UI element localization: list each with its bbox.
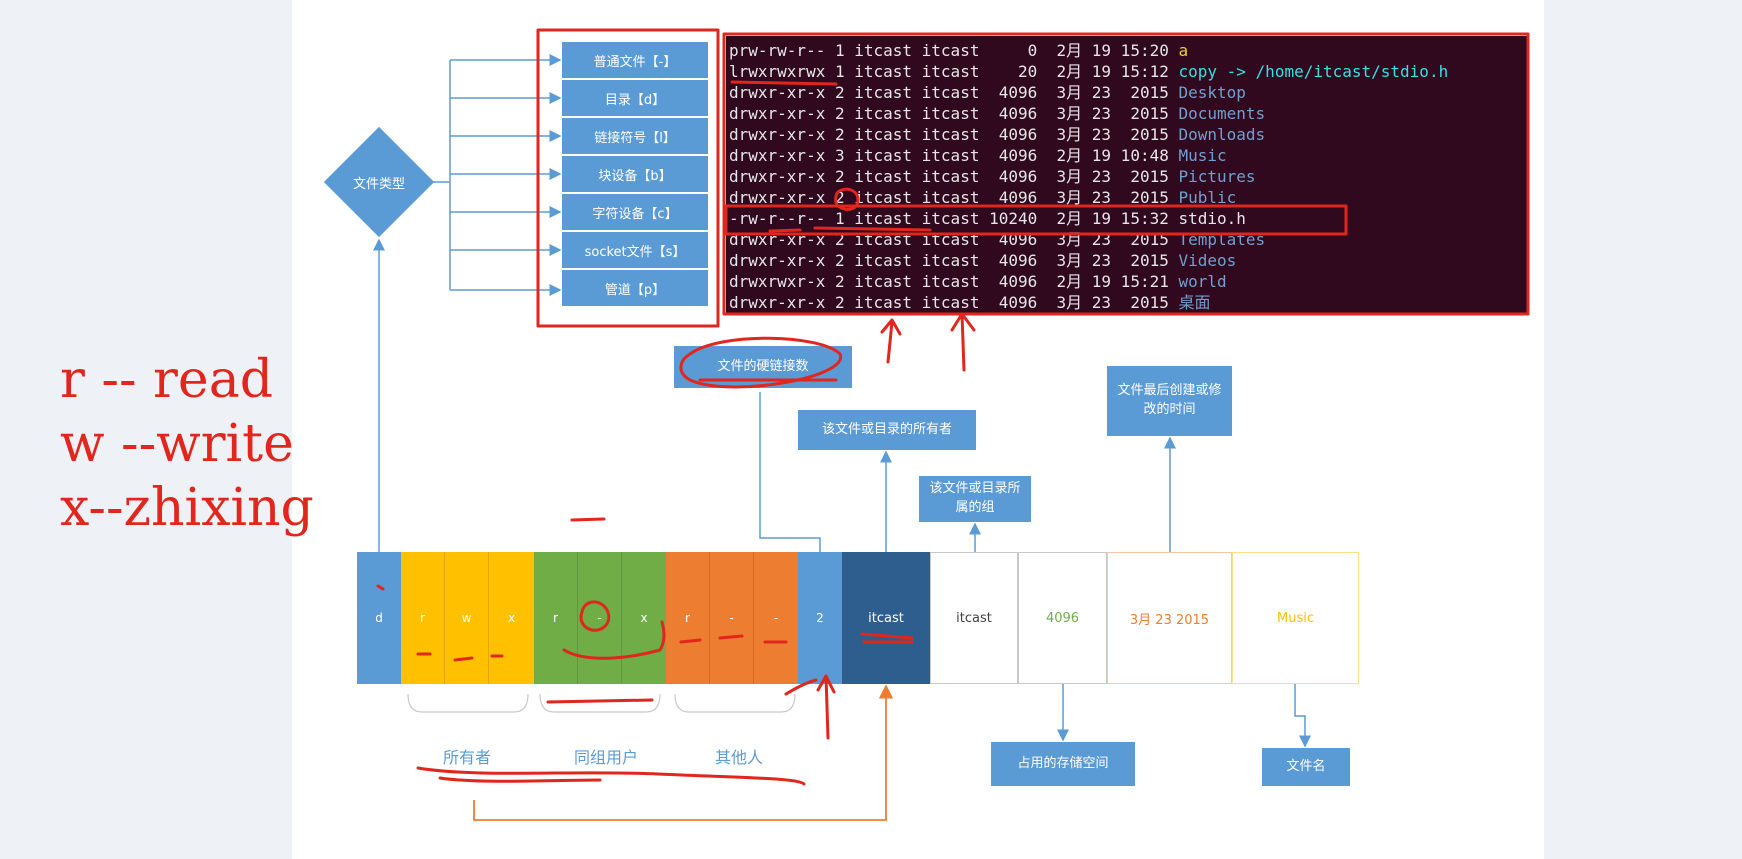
red-annotations xyxy=(376,28,1530,786)
